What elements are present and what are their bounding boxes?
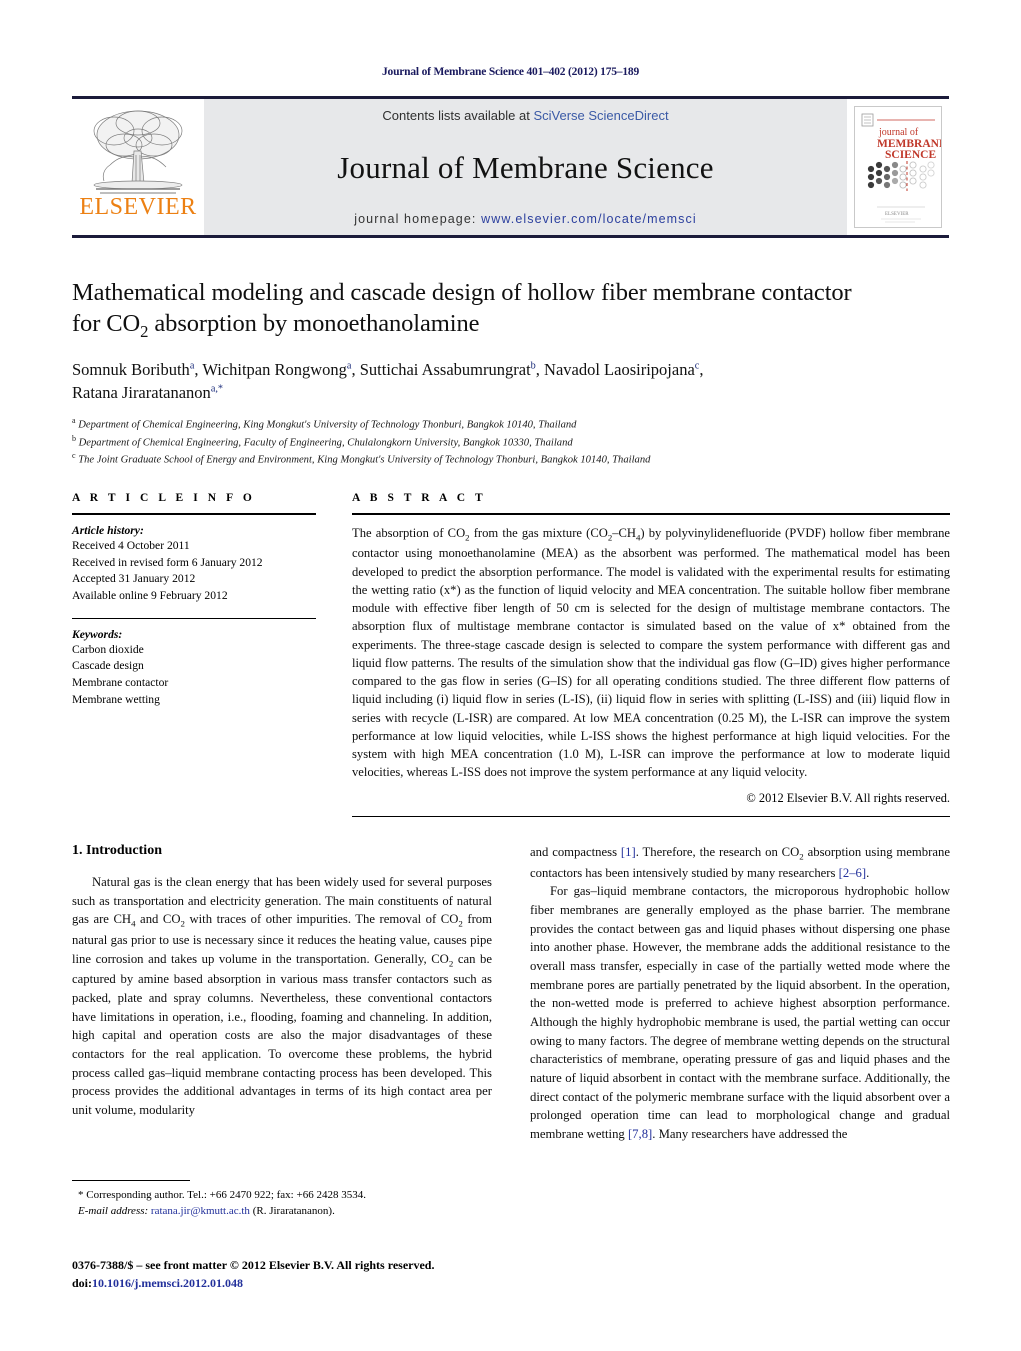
journal-cover-thumbnail: journal of MEMBRANE SCIENCE ELSEVIER [847, 99, 949, 235]
affiliation-text: The Joint Graduate School of Energy and … [78, 454, 651, 466]
author-name: Somnuk Boributh [72, 359, 190, 379]
cover-artwork: journal of MEMBRANE SCIENCE ELSEVIER [854, 106, 942, 228]
sciencedirect-link[interactable]: SciVerse ScienceDirect [533, 108, 668, 123]
body-columns: 1. Introduction Natural gas is the clean… [72, 843, 950, 1144]
journal-homepage-line: journal homepage: www.elsevier.com/locat… [354, 212, 697, 226]
divider [72, 617, 316, 619]
email-note: E-mail address: ratana.jir@kmutt.ac.th (… [72, 1204, 492, 1220]
paragraph: Natural gas is the clean energy that has… [72, 875, 493, 1117]
author-name: Suttichai Assabumrungrat [359, 359, 531, 379]
title-line-2-post: absorption by monoethanolamine [148, 309, 480, 337]
elsevier-tree-icon [93, 110, 183, 194]
body-column-right: and compactness [1]. Therefore, the rese… [530, 843, 950, 1144]
journal-title: Journal of Membrane Science [337, 149, 714, 185]
footnote-divider [72, 1180, 190, 1181]
history-item: Available online 9 February 2012 [72, 589, 228, 603]
corresponding-author-note: * Corresponding author. Tel.: +66 2470 9… [78, 1189, 366, 1201]
paragraph: For gas–liquid membrane contactors, the … [530, 884, 950, 1141]
email-label: E-mail address: [78, 1204, 149, 1217]
affiliation-mark: a [72, 416, 76, 426]
title-line-1: Mathematical modeling and cascade design… [72, 279, 852, 306]
email-link[interactable]: ratana.jir@kmutt.ac.th [151, 1205, 250, 1217]
history-item: Accepted 31 January 2012 [72, 572, 196, 586]
abstract-column: A B S T R A C T The absorption of CO2 fr… [352, 492, 950, 817]
divider [72, 513, 316, 515]
copyright-line: © 2012 Elsevier B.V. All rights reserved… [746, 790, 950, 805]
abstract-text: The absorption of CO2 from the gas mixtu… [352, 526, 950, 780]
running-head: Journal of Membrane Science 401–402 (201… [381, 66, 640, 78]
elsevier-logo: ELSEVIER [72, 99, 204, 235]
page-title: Mathematical modeling and cascade design… [72, 278, 950, 343]
history-item: Received 4 October 2011 [72, 539, 190, 552]
divider [352, 513, 950, 515]
doi-line: doi:10.1016/j.memsci.2012.01.048 [72, 1274, 632, 1292]
journal-masthead: ELSEVIER Contents lists available at Sci… [72, 96, 949, 238]
svg-text:ELSEVIER: ELSEVIER [885, 212, 909, 217]
journal-article-page: Journal of Membrane Science 401–402 (201… [0, 0, 1021, 1351]
affiliation-mark: b [72, 433, 76, 443]
author-name: Navadol Laosiripojana [544, 359, 695, 379]
elsevier-wordmark: ELSEVIER [79, 194, 197, 220]
affiliation-text: Department of Chemical Engineering, Facu… [78, 437, 573, 449]
keywords-label: Keywords: [72, 627, 123, 641]
keyword-item: Carbon dioxide [72, 642, 144, 656]
author-affil-mark: c [694, 360, 700, 372]
article-history-label: Article history: [72, 524, 144, 537]
affiliation-item: a Department of Chemical Engineering, Ki… [72, 415, 950, 433]
article-info-column: A R T I C L E I N F O Article history: R… [72, 492, 316, 817]
paragraph: and compactness [1]. Therefore, the rese… [530, 845, 950, 880]
abstract-label: A B S T R A C T [352, 492, 487, 504]
author-affil-mark: a [189, 360, 195, 372]
author-name: Wichitpan Rongwong [202, 359, 347, 379]
affiliation-item: c The Joint Graduate School of Energy an… [72, 450, 950, 468]
homepage-prefix: journal homepage: [354, 212, 482, 226]
footnote-block: * Corresponding author. Tel.: +66 2470 9… [72, 1180, 492, 1219]
issn-line: 0376-7388/$ – see front matter © 2012 El… [72, 1258, 435, 1272]
info-abstract-row: A R T I C L E I N F O Article history: R… [72, 492, 950, 817]
doi-value[interactable]: 10.1016/j.memsci.2012.01.048 [92, 1276, 243, 1290]
contents-prefix: Contents lists available at [382, 108, 534, 123]
contents-list-line: Contents lists available at SciVerse Sci… [382, 108, 668, 123]
corresponding-author-mark: a,* [210, 383, 224, 394]
history-item: Received in revised form 6 January 2012 [72, 555, 263, 569]
svg-text:journal of: journal of [878, 127, 919, 138]
section-heading-introduction: 1. Introduction [72, 843, 162, 858]
imprint-block: 0376-7388/$ – see front matter © 2012 El… [72, 1256, 632, 1292]
affiliation-text: Department of Chemical Engineering, King… [78, 419, 577, 431]
title-line-2-pre: for CO [72, 309, 141, 337]
author-affil-mark: a [346, 360, 352, 372]
affiliation-mark: c [72, 451, 76, 461]
keyword-item: Cascade design [72, 659, 144, 673]
title-block: Mathematical modeling and cascade design… [72, 278, 950, 468]
author-list: Somnuk Boributha, Wichitpan Rongwonga, S… [72, 359, 704, 402]
article-info-label: A R T I C L E I N F O [72, 492, 256, 504]
svg-text:SCIENCE: SCIENCE [885, 149, 936, 161]
email-suffix: (R. Jiraratananon). [252, 1204, 335, 1217]
doi-label: doi: [72, 1276, 93, 1290]
author-name: Ratana Jiraratananon [72, 382, 211, 402]
keyword-item: Membrane wetting [72, 692, 160, 706]
body-column-left: 1. Introduction Natural gas is the clean… [72, 843, 492, 1144]
author-affil-mark: b [530, 360, 536, 372]
divider [352, 815, 950, 817]
masthead-center-band: Contents lists available at SciVerse Sci… [204, 99, 847, 235]
cover-image: journal of MEMBRANE SCIENCE ELSEVIER [855, 107, 941, 227]
affiliation-item: b Department of Chemical Engineering, Fa… [72, 433, 950, 451]
homepage-url-link[interactable]: www.elsevier.com/locate/memsci [481, 212, 697, 226]
affiliation-list: a Department of Chemical Engineering, Ki… [72, 415, 950, 468]
keyword-item: Membrane contactor [72, 676, 169, 690]
